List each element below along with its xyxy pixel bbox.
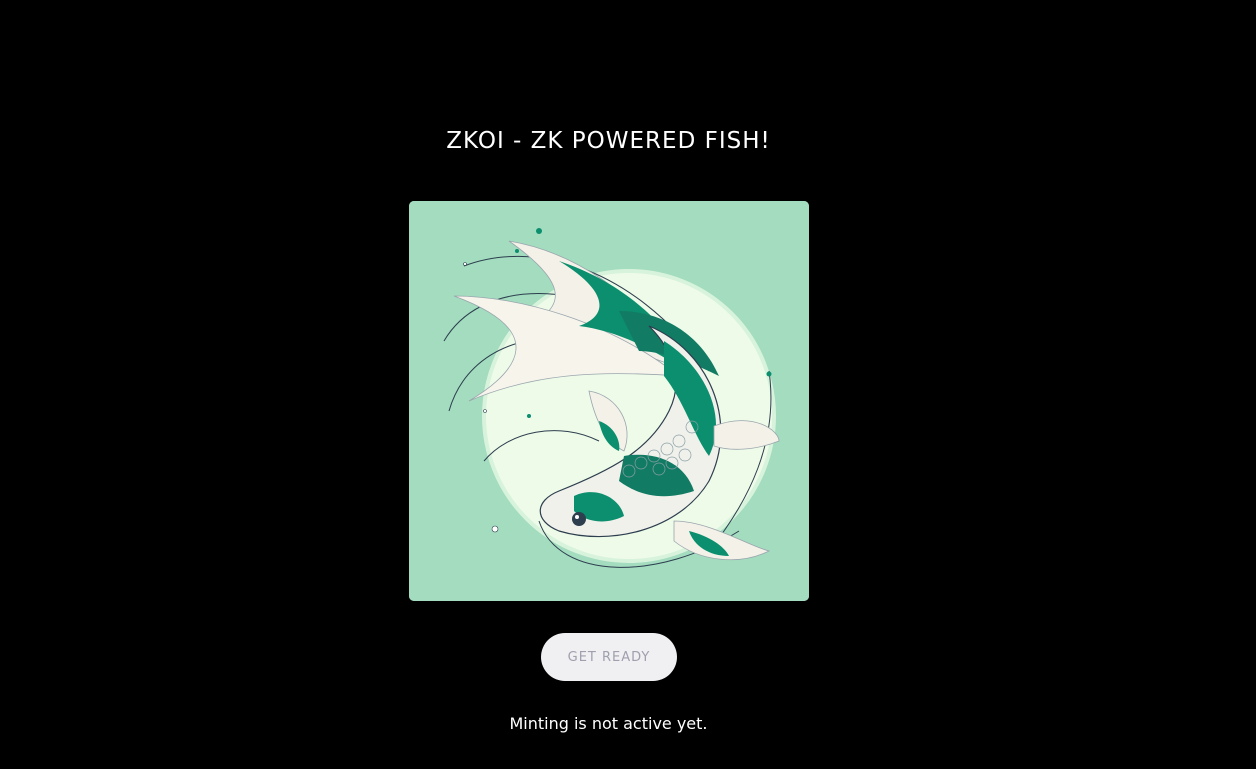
page-title: ZKOI - ZK POWERED FISH! bbox=[446, 128, 771, 154]
koi-artwork bbox=[409, 201, 809, 601]
minting-status-text: Minting is not active yet. bbox=[509, 714, 708, 733]
koi-fish-illustration bbox=[409, 201, 809, 601]
get-ready-button[interactable]: GET READY bbox=[541, 633, 677, 681]
